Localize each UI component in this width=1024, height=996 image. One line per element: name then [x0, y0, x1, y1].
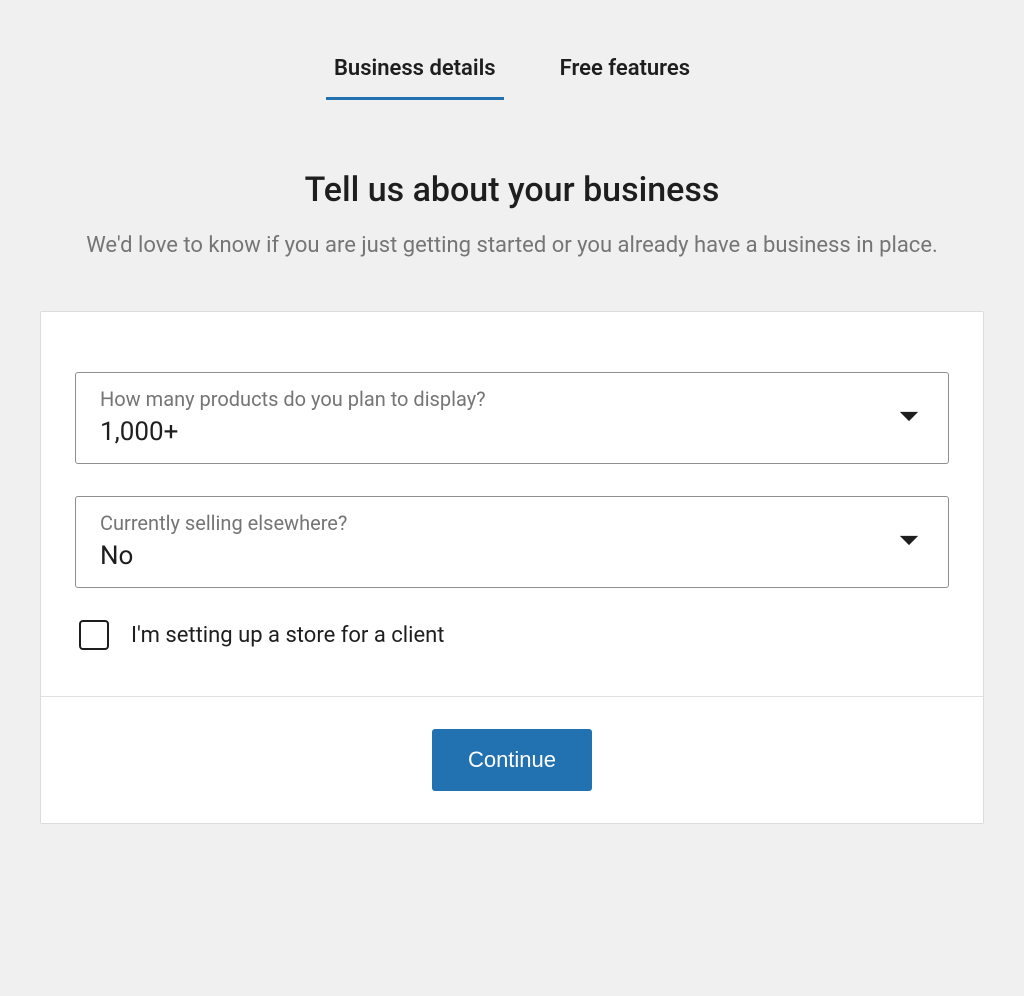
client-checkbox-label: I'm setting up a store for a client	[131, 623, 444, 648]
page-header: Tell us about your business We'd love to…	[40, 170, 984, 263]
chevron-down-icon	[898, 409, 920, 428]
form-footer: Continue	[41, 696, 983, 823]
tab-free-features[interactable]: Free features	[552, 40, 698, 100]
tab-bar: Business details Free features	[40, 40, 984, 100]
product-count-value: 1,000+	[100, 417, 178, 447]
product-count-select[interactable]: How many products do you plan to display…	[75, 372, 949, 464]
client-checkbox[interactable]	[79, 620, 109, 650]
continue-button[interactable]: Continue	[432, 729, 592, 791]
selling-elsewhere-label: Currently selling elsewhere?	[100, 511, 924, 535]
onboarding-container: Business details Free features Tell us a…	[0, 0, 1024, 864]
client-checkbox-row: I'm setting up a store for a client	[75, 620, 949, 660]
selling-elsewhere-value: No	[100, 541, 133, 571]
form-body: How many products do you plan to display…	[41, 312, 983, 696]
chevron-down-icon	[898, 533, 920, 552]
form-card: How many products do you plan to display…	[40, 311, 984, 824]
tab-business-details[interactable]: Business details	[326, 40, 504, 100]
product-count-label: How many products do you plan to display…	[100, 387, 924, 411]
selling-elsewhere-select[interactable]: Currently selling elsewhere? No	[75, 496, 949, 588]
page-subtitle: We'd love to know if you are just gettin…	[52, 228, 972, 263]
page-title: Tell us about your business	[40, 170, 984, 210]
